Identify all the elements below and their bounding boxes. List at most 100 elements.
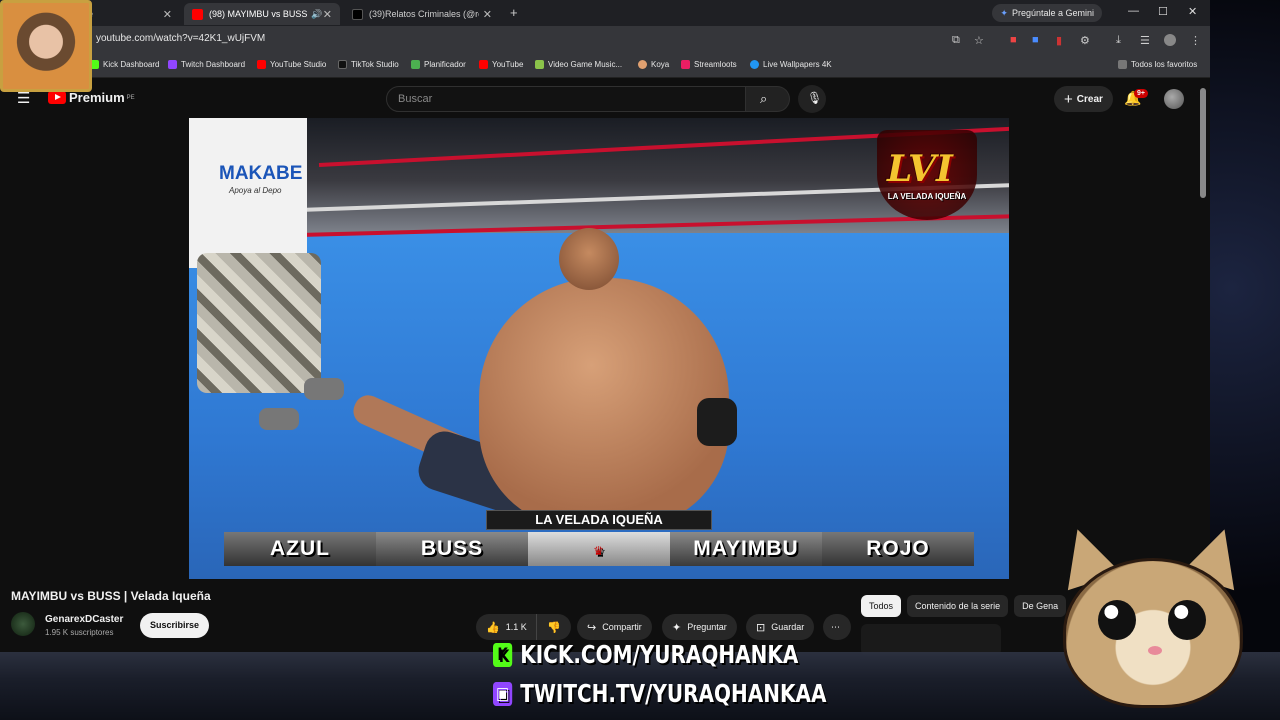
- subscribe-button[interactable]: Suscribirse: [140, 613, 209, 638]
- window-close-icon[interactable]: ✕: [1188, 5, 1197, 18]
- chip-series[interactable]: Contenido de la serie: [907, 595, 1009, 617]
- like-button[interactable]: 👍 1.1 K: [476, 614, 537, 640]
- youtube-logo[interactable]: Premium PE: [48, 90, 135, 105]
- extension-icon[interactable]: ■: [1010, 34, 1017, 46]
- bookmark-item[interactable]: Planificador: [411, 60, 466, 69]
- folder-icon: [1118, 60, 1127, 69]
- bookmark-item[interactable]: TikTok Studio: [338, 60, 399, 69]
- address-bar: youtube.com/watch?v=42K1_wUjFVM ⧉ ☆ ■ ■ …: [0, 26, 1210, 54]
- create-label: Crear: [1076, 93, 1103, 105]
- bookmark-label: Koya: [651, 60, 670, 69]
- shirt-logo: MAKABE: [219, 163, 303, 184]
- region-code: PE: [126, 94, 135, 101]
- tab-3-label: (39)Relatos Criminales (@relato: [369, 9, 479, 19]
- corner-label-azul: AZUL: [224, 532, 376, 566]
- bookmark-item[interactable]: Video Game Music...: [535, 60, 622, 69]
- thumbs-down-icon: 👎: [547, 621, 561, 634]
- wallpaper-icon: [750, 60, 759, 69]
- kick-link: K KICK.COM/YURAQHANKA: [493, 640, 798, 669]
- search-button[interactable]: ⌕: [746, 86, 790, 112]
- youtube-page: ☰ Premium PE Buscar ⌕ 🎙 + Crear 🔔 9+ MAK…: [0, 78, 1210, 720]
- fighter-name-mayimbu: MAYIMBU: [670, 532, 822, 566]
- more-actions-button[interactable]: ⋯: [823, 614, 851, 640]
- tab-3[interactable]: (39)Relatos Criminales (@relato ✕: [344, 3, 500, 25]
- cast-icon[interactable]: ⧉: [952, 34, 960, 47]
- event-banner: LA VELADA IQUEÑA: [486, 510, 712, 530]
- bookmark-item[interactable]: YouTube Studio: [257, 60, 326, 69]
- gemini-label: Pregúntale a Gemini: [1011, 8, 1094, 18]
- page-scrollbar[interactable]: [1200, 88, 1206, 198]
- recommendation-chips: Todos Contenido de la serie De Gena: [861, 595, 1067, 617]
- bookmark-item[interactable]: Streamloots: [681, 60, 737, 69]
- channel-name[interactable]: GenarexDCaster: [45, 614, 123, 625]
- bookmark-label: Live Wallpapers 4K: [763, 60, 832, 69]
- video-title: MAYIMBU vs BUSS | Velada Iqueña: [11, 589, 211, 603]
- menu-icon[interactable]: ⋮: [1190, 34, 1201, 47]
- bookmark-item[interactable]: Koya: [638, 60, 669, 69]
- youtube-icon: [192, 8, 203, 20]
- thumbs-up-icon: 👍: [486, 621, 500, 634]
- video-player[interactable]: MAKABE Apoya al Depo LVI LA VELADA IQUEÑ…: [189, 118, 1009, 579]
- create-button[interactable]: + Crear: [1054, 86, 1113, 112]
- share-button[interactable]: ↪ Compartir: [577, 614, 652, 640]
- center-logo: ♛: [528, 532, 670, 566]
- all-bookmarks[interactable]: Todos los favoritos: [1118, 60, 1197, 69]
- account-avatar[interactable]: [1164, 89, 1184, 109]
- lvi-small-icon: ♛: [593, 544, 605, 558]
- bookmark-item[interactable]: Kick Dashboard: [90, 60, 159, 69]
- save-label: Guardar: [771, 622, 805, 632]
- minimize-icon[interactable]: —: [1128, 5, 1139, 17]
- reading-list-icon[interactable]: ☰: [1140, 34, 1150, 47]
- bookmarks-bar: Kick Dashboard Twitch Dashboard YouTube …: [0, 54, 1210, 78]
- bookmark-star-icon[interactable]: ☆: [974, 34, 984, 47]
- bookmark-item[interactable]: YouTube: [479, 60, 523, 69]
- dislike-button[interactable]: 👎: [536, 614, 571, 640]
- url-field[interactable]: youtube.com/watch?v=42K1_wUjFVM: [96, 33, 265, 44]
- translate-icon[interactable]: ■: [1032, 34, 1039, 46]
- fighter-name-buss: BUSS: [376, 532, 528, 566]
- browser-tab-bar: e ✕ (98) MAYIMBU vs BUSS | Ve 🔊 ✕ (39)Re…: [0, 0, 1210, 26]
- save-button[interactable]: ⊡ Guardar: [746, 614, 815, 640]
- music-icon: [535, 60, 544, 69]
- ask-label: Preguntar: [687, 622, 727, 632]
- extension-icon[interactable]: ▮: [1056, 34, 1062, 47]
- voice-search-button[interactable]: 🎙: [798, 85, 826, 113]
- tab-2-label: (98) MAYIMBU vs BUSS | Ve: [209, 9, 309, 19]
- bookmark-item[interactable]: Twitch Dashboard: [168, 60, 245, 69]
- cat-mascot: [1048, 520, 1278, 720]
- event-logo: LVI LA VELADA IQUEÑA: [877, 130, 977, 230]
- download-icon[interactable]: ⤓: [1116, 34, 1121, 47]
- youtube-icon: [479, 60, 488, 69]
- profile-avatar[interactable]: [1164, 34, 1176, 46]
- share-label: Compartir: [602, 622, 642, 632]
- twitch-link: ▣ TWITCH.TV/YURAQHANKAA: [493, 679, 826, 708]
- close-icon[interactable]: ✕: [163, 8, 172, 21]
- extensions-puzzle-icon[interactable]: ⚙: [1080, 34, 1090, 47]
- tab-2[interactable]: (98) MAYIMBU vs BUSS | Ve 🔊 ✕: [184, 3, 340, 25]
- speaker-icon[interactable]: 🔊: [311, 9, 322, 20]
- close-icon[interactable]: ✕: [483, 8, 492, 21]
- bookmark-label: Streamloots: [694, 60, 737, 69]
- youtube-play-icon: [48, 91, 66, 104]
- fighter-nameplate: AZUL BUSS ♛ MAYIMBU ROJO: [224, 532, 974, 566]
- logo-subtitle: LA VELADA IQUEÑA: [887, 192, 967, 201]
- ask-button[interactable]: ✦ Preguntar: [662, 614, 737, 640]
- bookmark-item[interactable]: Live Wallpapers 4K: [750, 60, 832, 69]
- chip-all[interactable]: Todos: [861, 595, 902, 617]
- twitch-icon: [168, 60, 177, 69]
- channel-avatar[interactable]: [11, 612, 35, 636]
- sparkle-icon: ✦: [672, 621, 682, 634]
- shirt-slogan: Apoya al Depo: [229, 186, 282, 195]
- logo-text: LVI: [887, 148, 953, 190]
- kick-url: KICK.COM/YURAQHANKA: [520, 640, 799, 669]
- youtube-header: ☰ Premium PE Buscar ⌕ 🎙 + Crear 🔔 9+: [0, 78, 1210, 120]
- gemini-icon: ✦: [1000, 7, 1008, 18]
- maximize-icon[interactable]: ☐: [1158, 5, 1168, 18]
- search-input[interactable]: Buscar: [386, 86, 746, 112]
- twitch-icon: ▣: [493, 681, 513, 706]
- close-icon[interactable]: ✕: [323, 8, 332, 21]
- new-tab-icon[interactable]: +: [510, 5, 518, 20]
- gemini-button[interactable]: ✦ Pregúntale a Gemini: [992, 4, 1102, 22]
- more-icon: ⋯: [831, 621, 840, 632]
- share-icon: ↪: [587, 621, 597, 634]
